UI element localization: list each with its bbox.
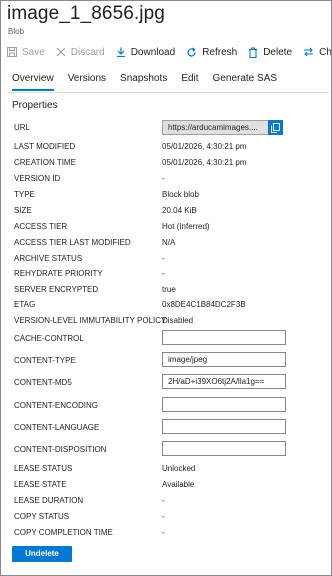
access-tier-value: Hot (Inferred): [162, 222, 210, 231]
copy-icon: [271, 122, 280, 133]
swap-arrows-icon: [304, 47, 314, 57]
tab-versions[interactable]: Versions: [68, 73, 106, 91]
content-md5-input[interactable]: 2H/aD+i39XO6tj2A/lla1g==: [162, 374, 286, 389]
content-disposition-label: CONTENT-DISPOSITION: [14, 445, 107, 454]
access-tier-label: ACCESS TIER: [14, 222, 68, 231]
discard-label: Discard: [70, 46, 105, 58]
lease-duration-value: -: [162, 496, 165, 505]
rehydrate-priority-label: REHYDRATE PRIORITY: [14, 269, 103, 278]
type-value: Block blob: [162, 190, 199, 199]
save-icon: [7, 47, 17, 57]
copy-status-label: COPY STATUS: [14, 512, 70, 521]
etag-label: ETAG: [14, 300, 36, 309]
server-encrypted-value: true: [162, 285, 176, 294]
page-title: image_1_8656.jpg: [7, 3, 165, 24]
archive-status-value: -: [162, 254, 165, 263]
url-field[interactable]: https://arducamimages....: [162, 120, 269, 135]
blob-properties-panel: image_1_8656.jpg Blob Save Discard Downl…: [0, 0, 332, 576]
section-title: Properties: [12, 100, 58, 111]
content-md5-label: CONTENT-MD5: [14, 378, 72, 387]
size-label: SIZE: [14, 206, 32, 215]
discard-button[interactable]: Discard: [56, 47, 105, 58]
copy-completion-time-label: COPY COMPLETION TIME: [14, 528, 113, 537]
delete-button[interactable]: Delete: [248, 47, 292, 58]
content-encoding-label: CONTENT-ENCODING: [14, 401, 98, 410]
tab-edit[interactable]: Edit: [181, 73, 198, 91]
content-type-input[interactable]: image/jpeg: [162, 352, 286, 367]
content-type-label: CONTENT-TYPE: [14, 356, 76, 365]
command-bar: Save Discard Download Refresh Delete Cha…: [7, 43, 332, 61]
rehydrate-priority-value: -: [162, 269, 165, 278]
creation-time-value: 05/01/2026, 4:30:21 pm: [162, 158, 247, 167]
last-modified-label: LAST MODIFIED: [14, 142, 76, 151]
refresh-icon: [187, 47, 196, 56]
delete-label: Delete: [263, 46, 293, 58]
cache-control-label: CACHE-CONTROL: [14, 334, 84, 343]
creation-time-label: CREATION TIME: [14, 158, 76, 167]
change-tier-label: Change tier: [319, 46, 332, 58]
save-label: Save: [22, 46, 45, 58]
copy-completion-time-value: -: [162, 528, 165, 537]
immutability-policy-value: Disabled: [162, 316, 194, 325]
etag-value: 0x8DE4C1B84DC2F3B: [162, 300, 246, 309]
content-language-label: CONTENT-LANGUAGE: [14, 423, 100, 432]
version-id-value: -: [162, 174, 165, 183]
content-language-input[interactable]: [162, 419, 286, 434]
lease-state-label: LEASE STATE: [14, 480, 67, 489]
access-tier-last-modified-label: ACCESS TIER LAST MODIFIED: [14, 238, 131, 247]
tab-generate-sas[interactable]: Generate SAS: [213, 73, 277, 91]
change-tier-button[interactable]: Change tier: [303, 46, 332, 58]
copy-url-button[interactable]: [268, 120, 283, 135]
type-label: TYPE: [14, 190, 35, 199]
copy-status-value: -: [162, 512, 165, 521]
refresh-label: Refresh: [202, 46, 238, 58]
cache-control-input[interactable]: [162, 330, 286, 345]
download-icon: [116, 47, 125, 57]
page-subtitle: Blob: [8, 27, 25, 36]
lease-state-value: Available: [162, 480, 195, 489]
download-button[interactable]: Download: [116, 47, 175, 58]
size-value: 20.04 KiB: [162, 206, 197, 215]
tab-bar: Overview Versions Snapshots Edit Generat…: [12, 73, 291, 91]
content-encoding-input[interactable]: [162, 397, 286, 412]
download-label: Download: [130, 46, 176, 58]
url-label: URL: [14, 123, 31, 132]
version-id-label: VERSION ID: [14, 174, 61, 183]
trash-icon: [249, 46, 258, 58]
lease-status-value: Unlocked: [162, 464, 196, 473]
undelete-button[interactable]: Undelete: [12, 546, 72, 562]
tab-overview[interactable]: Overview: [12, 73, 54, 91]
tab-snapshots[interactable]: Snapshots: [120, 73, 167, 91]
refresh-button[interactable]: Refresh: [186, 47, 237, 58]
lease-status-label: LEASE STATUS: [14, 464, 73, 473]
access-tier-last-modified-value: N/A: [162, 238, 176, 247]
archive-status-label: ARCHIVE STATUS: [14, 254, 83, 263]
immutability-policy-label: VERSION-LEVEL IMMUTABILITY POLICY: [14, 316, 167, 325]
lease-duration-label: LEASE DURATION: [14, 496, 84, 505]
last-modified-value: 05/01/2026, 4:30:21 pm: [162, 142, 247, 151]
save-button[interactable]: Save: [7, 47, 45, 58]
tab-divider: [7, 92, 329, 93]
server-encrypted-label: SERVER ENCRYPTED: [14, 285, 99, 294]
close-icon: [56, 47, 66, 57]
content-disposition-input[interactable]: [162, 441, 286, 456]
